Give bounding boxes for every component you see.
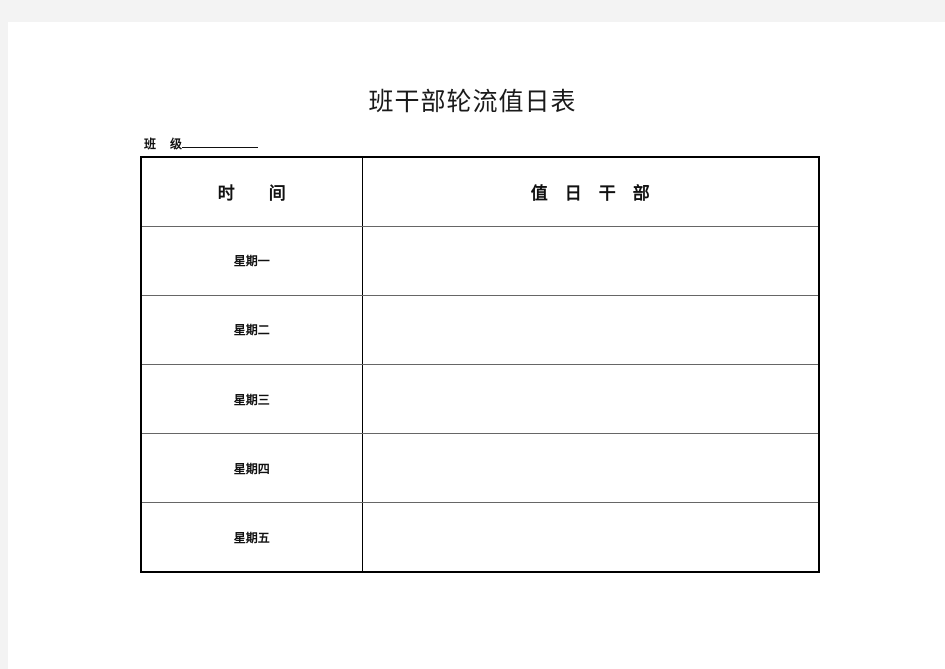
duty-cell[interactable] [361, 225, 820, 296]
day-cell: 星期三 [140, 363, 363, 435]
day-cell: 星期一 [140, 225, 363, 296]
class-blank-line[interactable] [182, 135, 259, 148]
table-header-row: 时 间 值 日 干 部 [140, 156, 820, 227]
class-label-char-2: 级 [170, 137, 183, 151]
class-field: 班级 [144, 135, 259, 152]
duty-cell[interactable] [361, 502, 820, 573]
duty-roster-table: 时 间 值 日 干 部 星期一 星期二 星期三 星期四 星期五 [140, 156, 820, 573]
day-cell: 星期二 [140, 294, 363, 365]
class-label-char-1: 班 [144, 137, 157, 151]
duty-cell[interactable] [361, 433, 820, 504]
table-row: 星期三 [140, 363, 820, 435]
day-cell: 星期四 [140, 433, 363, 504]
header-duty-officer: 值 日 干 部 [361, 156, 820, 227]
table-row: 星期二 [140, 294, 820, 365]
duty-cell[interactable] [361, 363, 820, 435]
document-title: 班干部轮流值日表 [368, 87, 577, 116]
duty-cell[interactable] [361, 294, 820, 365]
header-time: 时 间 [140, 156, 363, 227]
table-row: 星期五 [140, 502, 820, 573]
day-cell: 星期五 [140, 502, 363, 573]
table-row: 星期四 [140, 433, 820, 504]
table-row: 星期一 [140, 225, 820, 296]
